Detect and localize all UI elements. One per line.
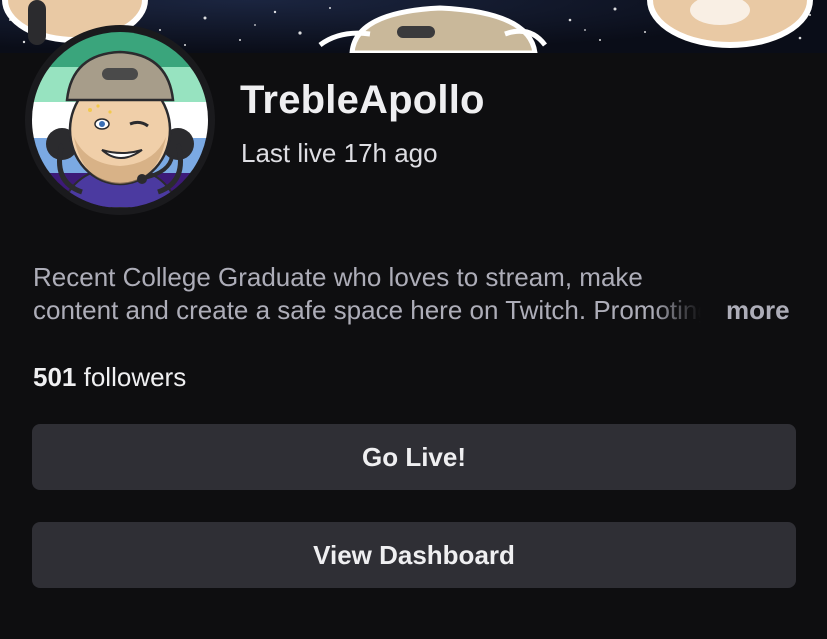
channel-avatar[interactable]: [25, 25, 215, 215]
followers-label: followers: [83, 362, 187, 392]
last-live-status: Last live 17h ago: [241, 138, 438, 168]
view-dashboard-button[interactable]: View Dashboard: [32, 522, 796, 588]
channel-bio: Recent College Graduate who loves to str…: [33, 261, 803, 327]
followers-count: 501 followers: [33, 362, 186, 393]
followers-number: 501: [33, 362, 77, 392]
avatar-portrait: [32, 32, 208, 208]
go-live-button[interactable]: Go Live!: [32, 424, 796, 490]
view-dashboard-label: View Dashboard: [313, 539, 515, 570]
channel-name: TrebleApollo: [240, 78, 485, 122]
channel-profile-page: TrebleApollo Last live 17h ago Recent Co…: [0, 0, 827, 639]
bio-line-1: Recent College Graduate who loves to str…: [33, 262, 643, 292]
go-live-label: Go Live!: [361, 441, 466, 472]
bio-line-2: content and create a safe space here on …: [33, 295, 701, 325]
avatar-image: [32, 32, 208, 208]
bio-more-link[interactable]: more: [726, 295, 790, 326]
